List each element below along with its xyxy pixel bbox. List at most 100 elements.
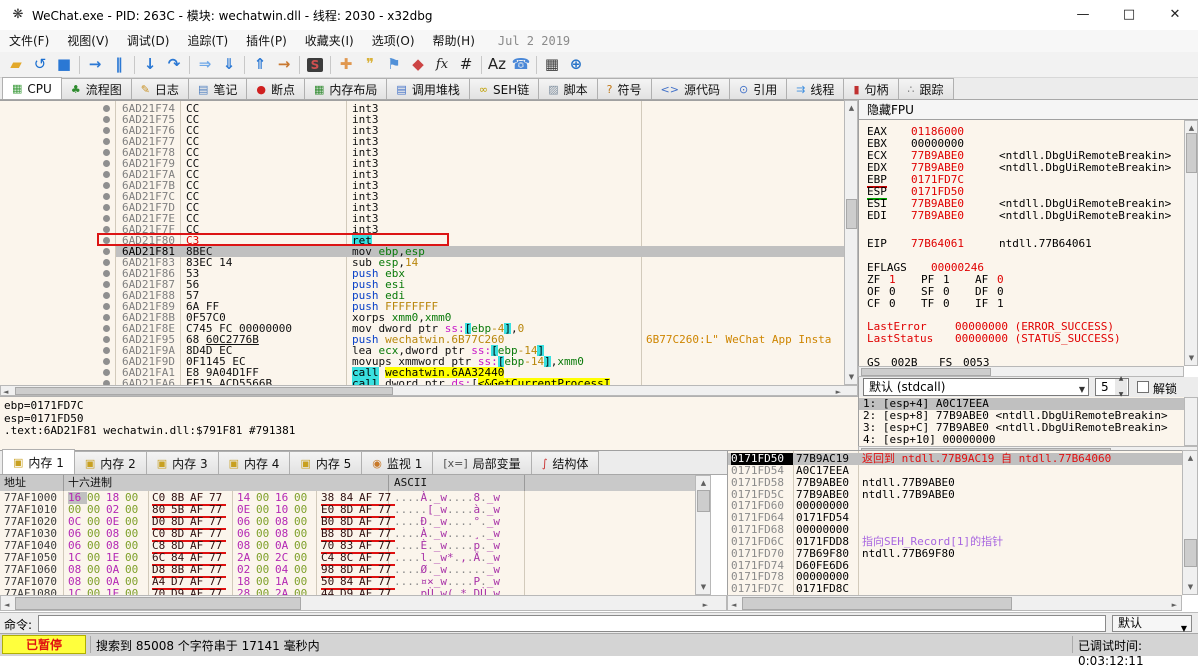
disassembly-hscrollbar[interactable]: ◄ ► [0, 385, 858, 396]
menu-item-d[interactable]: 调试(D) [118, 30, 179, 52]
register-row[interactable]: EDI77B9ABE0<ntdll.DbgUiRemoteBreakin> [859, 210, 1185, 222]
register-cell[interactable]: 1 [997, 298, 1004, 310]
tab-seh[interactable]: ∞SEH链 [469, 78, 539, 99]
breakpoint-dot-icon[interactable] [103, 204, 110, 211]
register-cell[interactable]: 0 [943, 298, 950, 310]
breakpoint-dot-icon[interactable] [103, 193, 110, 200]
breakpoint-dot-icon[interactable] [103, 270, 110, 277]
phone-icon[interactable]: ☎ [509, 54, 533, 76]
menu-item-t[interactable]: 追踪(T) [178, 30, 237, 52]
dump-byte[interactable]: 70 [152, 588, 171, 595]
stack-row[interactable]: 0171FD54A0C17EEA [728, 465, 1183, 477]
register-row[interactable]: GS002BFS0053 [859, 357, 1185, 366]
memory-vscrollbar[interactable]: ▲ ▼ [695, 475, 711, 595]
bookmark-icon[interactable]: ◆ [406, 54, 430, 76]
register-row[interactable]: LastStatus00000000 (STATUS_SUCCESS) [859, 333, 1185, 345]
open-file-icon[interactable]: ▰ [4, 54, 28, 76]
dump-byte[interactable]: AF [359, 588, 378, 595]
step-out-icon[interactable]: ⇓ [217, 54, 241, 76]
registers-hscrollbar[interactable] [858, 366, 1184, 377]
stack-value[interactable]: 0171FD8C [796, 583, 849, 595]
dump-byte[interactable]: 77 [209, 588, 228, 595]
register-row[interactable]: EFLAGS00000246 [859, 262, 1185, 274]
dump-byte[interactable]: AF [190, 588, 209, 595]
stack-hscrollbar[interactable]: ◄ ► [727, 595, 1182, 611]
memtab-dump2[interactable]: ▣内存 2 [74, 451, 147, 474]
registers-pane[interactable]: EAX01186000EBX00000000ECX77B9ABE0<ntdll.… [858, 120, 1185, 366]
register-row[interactable]: OF0SF0DF0 [859, 286, 1185, 298]
breakpoint-dot-icon[interactable] [103, 281, 110, 288]
memtab-watch[interactable]: ◉监视 1 [361, 451, 433, 474]
argument-row[interactable]: 4: [esp+10] 00000000 [859, 434, 1185, 446]
breakpoint-dot-icon[interactable] [103, 347, 110, 354]
breakpoint-dot-icon[interactable] [103, 336, 110, 343]
tab-call-stack[interactable]: ▤调用堆栈 [386, 78, 469, 99]
memory-dump-pane[interactable]: 77AF100016001800C08BAF77140016003884AF77… [0, 491, 695, 595]
breakpoint-dot-icon[interactable] [103, 171, 110, 178]
restart-icon[interactable]: ↺ [28, 54, 52, 76]
disassembly-vscrollbar[interactable]: ▲ ▼ [844, 100, 858, 385]
register-row[interactable]: CF0TF0IF1 [859, 298, 1185, 310]
stack-vscrollbar[interactable]: ▲ ▼ [1182, 450, 1198, 595]
breakpoint-dot-icon[interactable] [103, 358, 110, 365]
breakpoint-dot-icon[interactable] [103, 160, 110, 167]
disassembly-pane[interactable]: 6AD21F74CCint36AD21F75CCint36AD21F76CCin… [0, 100, 844, 386]
calling-convention-select[interactable]: 默认 (stdcall) ▼ [863, 378, 1089, 396]
dump-byte[interactable]: D9 [340, 588, 359, 595]
tab-source[interactable]: <>源代码 [651, 78, 730, 99]
register-cell[interactable]: LastStatus [867, 333, 933, 345]
stack-value[interactable]: 77B69F80 [796, 548, 849, 560]
minimize-button[interactable]: — [1060, 0, 1106, 30]
command-input[interactable] [38, 615, 1106, 632]
menu-item-i[interactable]: 收藏夹(I) [296, 30, 363, 52]
tab-cpu[interactable]: ▦CPU [2, 77, 62, 99]
breakpoint-dot-icon[interactable] [103, 116, 110, 123]
pause-icon[interactable]: ‖ [107, 54, 131, 76]
strings-icon[interactable]: S [303, 54, 327, 76]
register-row[interactable]: EAX01186000 [859, 126, 1185, 138]
step-over-icon[interactable]: ↷ [162, 54, 186, 76]
tab-notes[interactable]: ▤笔记 [188, 78, 247, 99]
stack-row[interactable]: 0171FD6C0171FDD8指向SEH_Record[1]的指针 [728, 536, 1183, 548]
register-cell[interactable]: IF [975, 298, 988, 310]
register-row[interactable]: ZF1PF1AF0 [859, 274, 1185, 286]
function-icon[interactable]: fx [430, 54, 454, 76]
register-cell[interactable]: 0053 [963, 357, 990, 366]
register-row[interactable]: EDX77B9ABE0<ntdll.DbgUiRemoteBreakin> [859, 162, 1185, 174]
memtab-dump1[interactable]: ▣内存 1 [2, 449, 75, 474]
breakpoint-dot-icon[interactable] [103, 292, 110, 299]
menu-item-f[interactable]: 文件(F) [0, 30, 58, 52]
close-button[interactable]: ✕ [1152, 0, 1198, 30]
breakpoint-dot-icon[interactable] [103, 259, 110, 266]
breakpoint-dot-icon[interactable] [103, 226, 110, 233]
memtab-dump3[interactable]: ▣内存 3 [146, 451, 219, 474]
breakpoint-dot-icon[interactable] [103, 314, 110, 321]
dump-byte[interactable]: 2A [275, 588, 294, 595]
register-row[interactable]: EIP77B64061ntdll.77B64061 [859, 238, 1185, 250]
calculator-icon[interactable]: ▦ [540, 54, 564, 76]
breakpoint-dot-icon[interactable] [103, 138, 110, 145]
memory-dump-row[interactable]: 77AF10801C001E0070D9AF7728002A0044D9AF77… [0, 588, 695, 595]
dump-byte[interactable]: 00 [294, 588, 313, 595]
menu-item-h[interactable]: 帮助(H) [424, 30, 484, 52]
register-value[interactable]: 77B9ABE0 [911, 210, 964, 222]
run-until-user-icon[interactable]: → [272, 54, 296, 76]
stop-icon[interactable]: ■ [52, 54, 76, 76]
execute-till-return-icon[interactable]: ⇒ [193, 54, 217, 76]
breakpoint-dot-icon[interactable] [103, 369, 110, 376]
stack-row[interactable]: 0171FD5877B9ABE0ntdll.77B9ABE0 [728, 477, 1183, 489]
label-icon[interactable]: ⚑ [382, 54, 406, 76]
patch-icon[interactable]: ✚ [334, 54, 358, 76]
memtab-dump5[interactable]: ▣内存 5 [289, 451, 362, 474]
stack-value[interactable]: 77B9ABE0 [796, 477, 849, 489]
text-encoding-icon[interactable]: Az [485, 54, 509, 76]
registers-vscrollbar[interactable]: ▲ ▼ [1184, 120, 1198, 366]
register-cell[interactable]: TF [921, 298, 934, 310]
register-value[interactable]: 77B64061 [911, 238, 964, 250]
step-into-icon[interactable]: ↓ [138, 54, 162, 76]
tab-script[interactable]: ▨脚本 [538, 78, 597, 99]
menu-item-p[interactable]: 插件(P) [237, 30, 296, 52]
tab-graph[interactable]: ♣流程图 [61, 78, 132, 99]
breakpoint-dot-icon[interactable] [103, 105, 110, 112]
command-mode-select[interactable]: 默认 ▼ [1112, 615, 1192, 632]
